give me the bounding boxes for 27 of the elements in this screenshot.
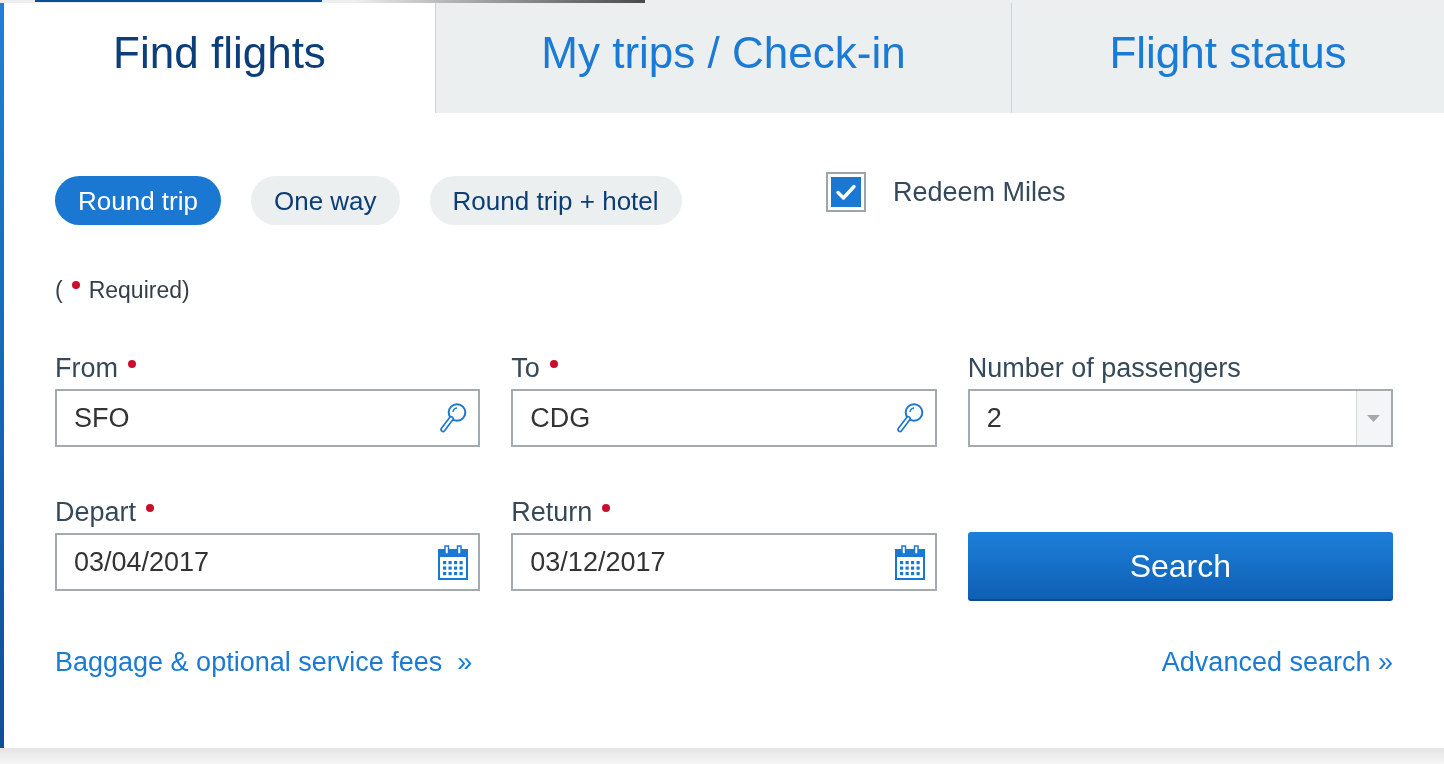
- search-icon: [896, 402, 924, 434]
- trip-type-pill[interactable]: Round trip + hotel: [429, 176, 682, 225]
- field-label: Depart: [55, 496, 137, 528]
- field-label: From: [55, 352, 118, 384]
- date-field[interactable]: 03/04/2017: [55, 533, 481, 591]
- required-note: Required): [88, 277, 190, 303]
- trip-type-pill[interactable]: Round trip: [55, 176, 221, 225]
- link[interactable]: Baggage & optional service fees »: [55, 646, 473, 678]
- field-label: Return: [511, 496, 593, 528]
- date-field[interactable]: 03/12/2017: [511, 533, 937, 591]
- tab[interactable]: Flight status: [1012, 3, 1444, 113]
- link[interactable]: Advanced search »: [1161, 646, 1393, 678]
- tab[interactable]: My trips / Check-in: [436, 3, 1012, 113]
- search-icon: [440, 402, 468, 434]
- select-field[interactable]: 2: [967, 389, 1393, 447]
- checkmark-icon: [831, 177, 861, 207]
- field-label: Number of passengers: [967, 352, 1241, 384]
- required-note-paren: (: [55, 277, 63, 303]
- search-button[interactable]: Search: [967, 532, 1393, 601]
- checkbox[interactable]: [826, 172, 866, 212]
- text-field[interactable]: SFO: [55, 389, 481, 447]
- calendar-icon: [894, 544, 925, 580]
- text-field[interactable]: CDG: [511, 389, 937, 447]
- checkbox-label: Redeem Miles: [893, 176, 1066, 208]
- trip-type-pill[interactable]: One way: [250, 176, 400, 225]
- field-label: To: [511, 352, 540, 384]
- calendar-icon: [438, 544, 469, 580]
